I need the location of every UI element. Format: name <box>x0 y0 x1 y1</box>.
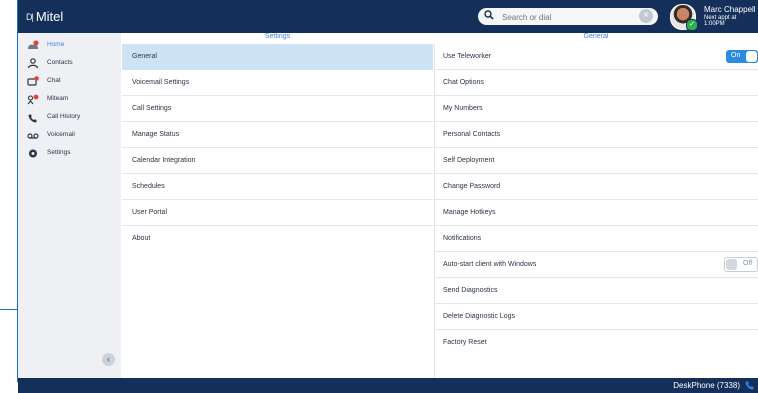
search-icon <box>484 10 494 20</box>
teleworker-toggle[interactable]: On <box>726 50 758 63</box>
settings-item-schedules[interactable]: Schedules <box>122 174 433 200</box>
top-bar: D| Mitel × ✓ Marc Chappell Next appt at … <box>18 0 758 33</box>
list-item-label: About <box>132 235 151 242</box>
settings-item-voicemail-settings[interactable]: Voicemail Settings <box>122 70 433 96</box>
list-item-label: Use Teleworker <box>443 53 492 60</box>
settings-list: General Voicemail Settings Call Settings… <box>122 44 433 378</box>
settings-item-general[interactable]: General <box>122 44 433 70</box>
general-column-header: General <box>583 33 609 40</box>
list-item-label: Calendar Integration <box>132 157 196 164</box>
sidebar-item-label: Settings <box>47 149 71 156</box>
chat-icon <box>27 76 39 86</box>
logo-mark: D| <box>26 11 34 22</box>
general-item-factory-reset[interactable]: Factory Reset <box>435 330 758 355</box>
clear-search-button[interactable]: × <box>639 9 653 23</box>
list-item-label: Manage Hotkeys <box>443 209 496 216</box>
settings-column-header: Settings <box>264 33 291 40</box>
list-item-label: Auto-start client with Windows <box>443 261 537 268</box>
list-item-label: My Numbers <box>443 105 483 112</box>
list-item-label: Call Settings <box>132 105 172 112</box>
search-box[interactable]: × <box>478 8 658 25</box>
call-history-icon <box>28 114 37 123</box>
contacts-icon <box>27 58 39 69</box>
settings-item-calendar-integration[interactable]: Calendar Integration <box>122 148 433 174</box>
search-input[interactable] <box>500 10 624 25</box>
sidebar-item-label: Call History <box>47 113 81 120</box>
general-item-auto-start: Auto-start client with Windows Off <box>435 252 758 278</box>
general-item-manage-hotkeys[interactable]: Manage Hotkeys <box>435 200 758 226</box>
general-item-self-deployment[interactable]: Self Deployment <box>435 148 758 174</box>
sidebar-item-label: Home <box>47 41 65 48</box>
user-name[interactable]: Marc Chappell <box>704 5 756 14</box>
toggle-state-label: Off <box>743 260 753 267</box>
sidebar-item-chat[interactable]: Chat <box>18 73 121 90</box>
bottom-status-bar: DeskPhone (7338) <box>18 378 758 393</box>
list-item-label: Voicemail Settings <box>132 79 190 86</box>
toggle-state-label: On <box>731 52 741 59</box>
gear-icon <box>29 149 37 158</box>
home-icon <box>28 40 39 49</box>
list-item-label: Chat Options <box>443 79 484 86</box>
settings-item-about[interactable]: About <box>122 226 433 251</box>
collapse-sidebar-button[interactable]: ‹ <box>102 353 115 366</box>
general-item-chat-options[interactable]: Chat Options <box>435 70 758 96</box>
sidebar-item-label: Voicemail <box>47 131 75 138</box>
miteam-icon <box>27 94 39 105</box>
general-options-list: Use Teleworker On Chat Options My Number… <box>434 44 758 378</box>
sidebar-item-label: Miteam <box>47 95 69 102</box>
auto-start-toggle[interactable]: Off <box>724 257 758 272</box>
frame-border-tick <box>0 309 17 310</box>
list-item-label: Delete Diagnostic Logs <box>443 313 515 320</box>
general-item-change-password[interactable]: Change Password <box>435 174 758 200</box>
sidebar-item-call-history[interactable]: Call History <box>18 109 121 126</box>
list-item-label: Personal Contacts <box>443 131 501 138</box>
sidebar-item-label: Chat <box>47 77 61 84</box>
user-status: Next appt at 1:00PM <box>704 15 737 27</box>
sidebar-item-settings[interactable]: Settings <box>18 145 121 162</box>
settings-item-manage-status[interactable]: Manage Status <box>122 122 433 148</box>
general-item-use-teleworker: Use Teleworker On <box>435 44 758 70</box>
list-item-label: Factory Reset <box>443 339 487 346</box>
list-item-label: Schedules <box>132 183 165 190</box>
sidebar-item-label: Contacts <box>47 59 73 66</box>
toggle-knob <box>746 51 757 62</box>
sidebar-item-home[interactable]: Home <box>18 37 121 54</box>
list-item-label: Notifications <box>443 235 482 242</box>
settings-item-user-portal[interactable]: User Portal <box>122 200 433 226</box>
sidebar-item-contacts[interactable]: Contacts <box>18 55 121 72</box>
general-item-delete-diagnostic-logs[interactable]: Delete Diagnostic Logs <box>435 304 758 330</box>
general-item-notifications[interactable]: Notifications <box>435 226 758 252</box>
sidebar: Home Contacts Chat Miteam Call History V… <box>18 33 121 378</box>
sidebar-item-voicemail[interactable]: Voicemail <box>18 127 121 144</box>
list-item-label: Self Deployment <box>443 157 495 164</box>
active-device-label[interactable]: DeskPhone (7338) <box>673 381 740 390</box>
list-item-label: General <box>132 53 157 60</box>
list-item-label: Send Diagnostics <box>443 287 498 294</box>
general-item-my-numbers[interactable]: My Numbers <box>435 96 758 122</box>
sidebar-item-miteam[interactable]: Miteam <box>18 91 121 108</box>
app-logo: D| Mitel <box>26 9 63 24</box>
general-item-send-diagnostics[interactable]: Send Diagnostics <box>435 278 758 304</box>
voicemail-icon <box>27 133 39 139</box>
presence-available-icon: ✓ <box>686 19 698 31</box>
logo-text: Mitel <box>35 9 64 24</box>
toggle-knob <box>726 259 737 270</box>
list-item-label: User Portal <box>132 209 168 216</box>
settings-item-call-settings[interactable]: Call Settings <box>122 96 433 122</box>
general-item-personal-contacts[interactable]: Personal Contacts <box>435 122 758 148</box>
list-item-label: Change Password <box>443 183 501 190</box>
phone-icon[interactable] <box>745 380 755 390</box>
list-item-label: Manage Status <box>132 131 180 138</box>
